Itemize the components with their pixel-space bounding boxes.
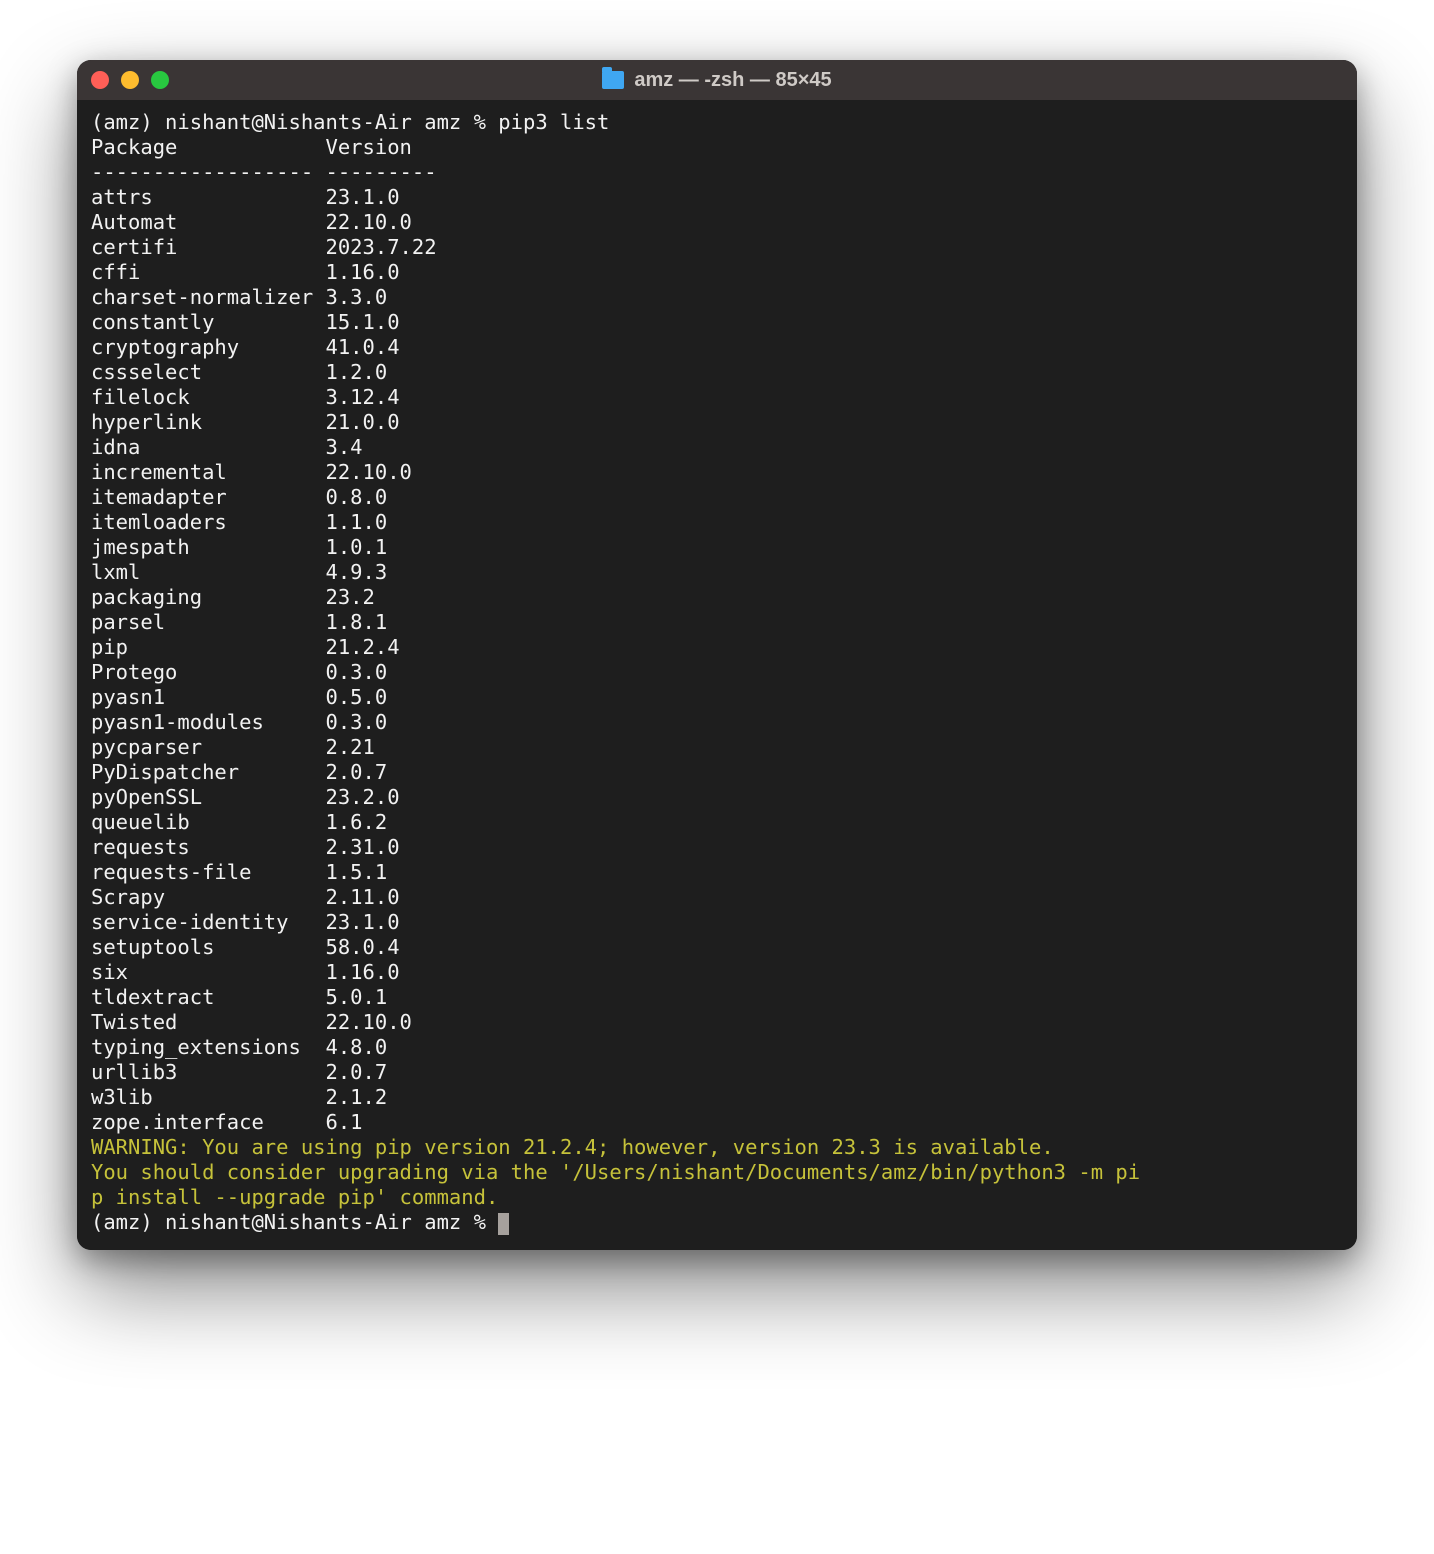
- warning-line: You should consider upgrading via the '/…: [91, 1160, 1140, 1184]
- package-row: requests-file 1.5.1: [91, 860, 387, 884]
- package-row: six 1.16.0: [91, 960, 400, 984]
- package-row: Scrapy 2.11.0: [91, 885, 400, 909]
- package-row: zope.interface 6.1: [91, 1110, 363, 1134]
- table-header: Package Version: [91, 135, 412, 159]
- package-row: tldextract 5.0.1: [91, 985, 387, 1009]
- package-row: pyOpenSSL 23.2.0: [91, 785, 400, 809]
- package-row: Protego 0.3.0: [91, 660, 387, 684]
- package-row: jmespath 1.0.1: [91, 535, 387, 559]
- table-separator: ------------------ ---------: [91, 160, 437, 184]
- package-row: constantly 15.1.0: [91, 310, 400, 334]
- prompt-line: (amz) nishant@Nishants-Air amz % pip3 li…: [91, 110, 609, 134]
- folder-icon: [602, 71, 624, 89]
- package-row: certifi 2023.7.22: [91, 235, 437, 259]
- package-row: itemadapter 0.8.0: [91, 485, 387, 509]
- window-title: amz — -zsh — 85×45: [634, 69, 831, 92]
- title-center: amz — -zsh — 85×45: [77, 69, 1357, 92]
- maximize-icon[interactable]: [151, 71, 169, 89]
- package-row: filelock 3.12.4: [91, 385, 400, 409]
- package-row: w3lib 2.1.2: [91, 1085, 387, 1109]
- close-icon[interactable]: [91, 71, 109, 89]
- package-row: pycparser 2.21: [91, 735, 375, 759]
- package-row: parsel 1.8.1: [91, 610, 387, 634]
- package-row: service-identity 23.1.0: [91, 910, 400, 934]
- warning-line: WARNING: You are using pip version 21.2.…: [91, 1135, 1054, 1159]
- package-row: cryptography 41.0.4: [91, 335, 400, 359]
- package-row: setuptools 58.0.4: [91, 935, 400, 959]
- package-row: Twisted 22.10.0: [91, 1010, 412, 1034]
- package-row: pyasn1-modules 0.3.0: [91, 710, 387, 734]
- cursor: [498, 1213, 509, 1235]
- package-row: PyDispatcher 2.0.7: [91, 760, 387, 784]
- package-row: packaging 23.2: [91, 585, 375, 609]
- package-row: itemloaders 1.1.0: [91, 510, 387, 534]
- package-row: typing_extensions 4.8.0: [91, 1035, 387, 1059]
- package-row: Automat 22.10.0: [91, 210, 412, 234]
- warning-line: p install --upgrade pip' command.: [91, 1185, 498, 1209]
- package-row: idna 3.4: [91, 435, 363, 459]
- minimize-icon[interactable]: [121, 71, 139, 89]
- package-row: queuelib 1.6.2: [91, 810, 387, 834]
- terminal-window: amz — -zsh — 85×45 (amz) nishant@Nishant…: [77, 60, 1357, 1250]
- titlebar[interactable]: amz — -zsh — 85×45: [77, 60, 1357, 100]
- terminal-output[interactable]: (amz) nishant@Nishants-Air amz % pip3 li…: [77, 100, 1357, 1250]
- package-row: cssselect 1.2.0: [91, 360, 387, 384]
- package-row: charset-normalizer 3.3.0: [91, 285, 387, 309]
- package-row: hyperlink 21.0.0: [91, 410, 400, 434]
- package-row: requests 2.31.0: [91, 835, 400, 859]
- package-row: pyasn1 0.5.0: [91, 685, 387, 709]
- prompt-line: (amz) nishant@Nishants-Air amz %: [91, 1210, 498, 1234]
- package-row: cffi 1.16.0: [91, 260, 400, 284]
- package-row: lxml 4.9.3: [91, 560, 387, 584]
- window-controls: [91, 71, 169, 89]
- package-row: urllib3 2.0.7: [91, 1060, 387, 1084]
- package-row: pip 21.2.4: [91, 635, 400, 659]
- package-row: attrs 23.1.0: [91, 185, 400, 209]
- package-row: incremental 22.10.0: [91, 460, 412, 484]
